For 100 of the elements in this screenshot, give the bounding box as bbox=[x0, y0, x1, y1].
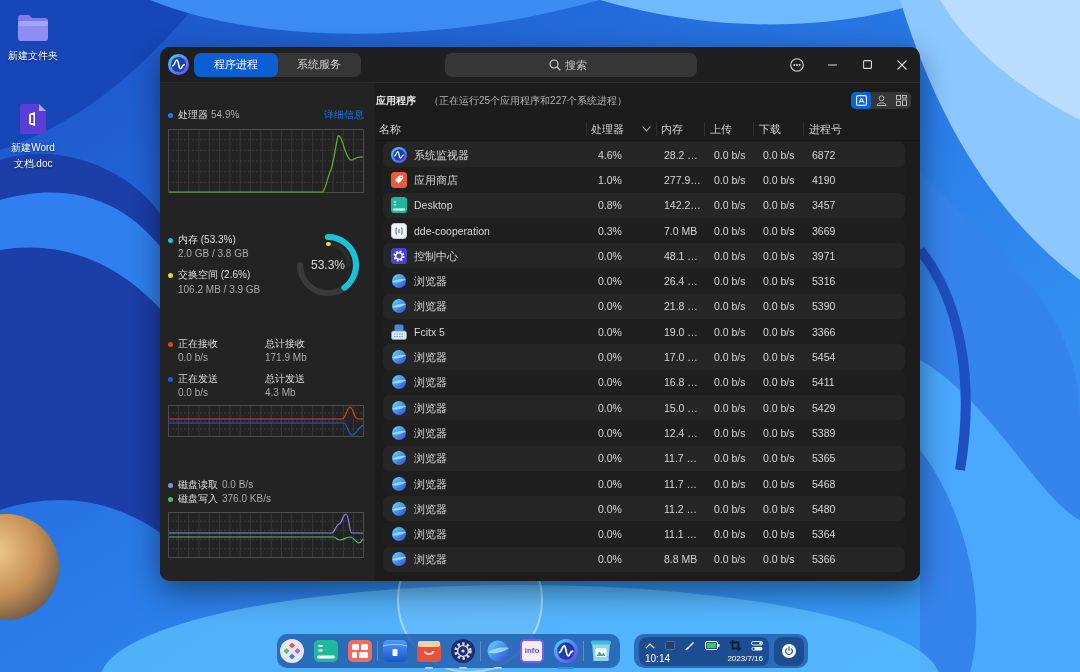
dock-app-button[interactable] bbox=[451, 639, 475, 663]
table-row[interactable]: 浏览器 0.0% 17.0 … 0.0 b/s 0.0 b/s 5454 bbox=[383, 344, 905, 370]
column-header[interactable]: 内存 bbox=[656, 121, 704, 136]
memory-usage-text: 8.8 MB bbox=[664, 553, 698, 566]
process-name: 浏览器 bbox=[414, 501, 447, 516]
download-speed-text: 0.0 b/s bbox=[763, 477, 795, 490]
upload-speed-text: 0.0 b/s bbox=[714, 401, 746, 414]
upload-speed-text: 0.0 b/s bbox=[714, 275, 746, 288]
cpu-usage-text: 0.0% bbox=[598, 401, 622, 414]
cpu-usage-text: 0.0% bbox=[598, 275, 622, 288]
download-speed-text: 0.0 b/s bbox=[763, 376, 795, 389]
column-header[interactable]: 进程号 bbox=[803, 121, 920, 136]
upload-speed-text: 0.0 b/s bbox=[714, 249, 746, 262]
process-id-text: 5390 bbox=[812, 300, 836, 313]
memory-usage-text: 11.2 … bbox=[664, 502, 698, 515]
dock-app-button[interactable] bbox=[554, 639, 578, 663]
planet-app-icon bbox=[486, 639, 510, 663]
cpu-label: 处理器 bbox=[178, 108, 208, 122]
process-name: 浏览器 bbox=[414, 375, 447, 390]
dock-app-button[interactable] bbox=[348, 639, 372, 663]
network-total-text: 4.3 Mb bbox=[265, 386, 297, 400]
network-total-label: 总计发送 bbox=[265, 372, 305, 386]
cpu-usage-text: 0.0% bbox=[598, 325, 622, 338]
search-field[interactable]: 搜索 bbox=[445, 52, 697, 77]
planet-app-icon bbox=[391, 450, 407, 467]
table-row[interactable]: 浏览器 0.0% 21.8 … 0.0 b/s 0.0 b/s 5390 bbox=[383, 293, 905, 320]
process-id-text: 5411 bbox=[812, 376, 835, 389]
disk-label: 磁盘读取 bbox=[178, 478, 218, 492]
column-header[interactable]: 上传 bbox=[704, 121, 753, 136]
stylus-icon[interactable] bbox=[685, 640, 695, 651]
column-header[interactable]: 下载 bbox=[753, 121, 803, 136]
app-logo-icon bbox=[168, 54, 189, 75]
view-toggle-button[interactable] bbox=[851, 91, 871, 109]
process-id-text: 5365 bbox=[812, 452, 836, 465]
table-row[interactable]: 系统监视器 4.6% 28.2 … 0.0 b/s 0.0 b/s 6872 bbox=[383, 142, 905, 168]
power-icon bbox=[782, 644, 796, 658]
process-name: 系统监视器 bbox=[414, 147, 469, 162]
waveform-app-icon bbox=[391, 146, 407, 163]
maximize-icon bbox=[862, 60, 872, 69]
disk-label: 磁盘写入 bbox=[178, 492, 218, 506]
memory-usage-text: 16.8 … bbox=[664, 376, 698, 389]
table-row[interactable]: 控制中心 0.0% 48.1 … 0.0 b/s 0.0 b/s 3971 bbox=[383, 243, 905, 269]
process-name: 浏览器 bbox=[414, 400, 447, 415]
memory-usage-text: 11.7 … bbox=[664, 477, 698, 490]
upload-speed-text: 0.0 b/s bbox=[714, 426, 746, 439]
folder-app-icon bbox=[383, 639, 407, 663]
search-icon bbox=[549, 58, 561, 71]
memory-usage-text: 19.0 … bbox=[664, 325, 698, 338]
toggle-switches-icon[interactable] bbox=[751, 640, 763, 651]
power-button[interactable] bbox=[774, 636, 804, 666]
document-icon bbox=[20, 104, 46, 134]
memory-usage-text: 15.0 … bbox=[664, 401, 698, 414]
table-row[interactable]: 浏览器 0.0% 8.8 MB 0.0 b/s 0.0 b/s 5366 bbox=[383, 546, 905, 573]
desktop-shortcut[interactable]: 新建Word文档.doc bbox=[4, 104, 62, 172]
planet-app-icon bbox=[391, 298, 407, 315]
download-speed-text: 0.0 b/s bbox=[763, 199, 795, 212]
table-row[interactable]: 浏览器 0.0% 15.0 … 0.0 b/s 0.0 b/s 5429 bbox=[383, 394, 905, 421]
download-speed-text: 0.0 b/s bbox=[763, 275, 795, 288]
table-row[interactable]: 浏览器 0.0% 11.2 … 0.0 b/s 0.0 b/s 5480 bbox=[383, 496, 905, 522]
battery-icon[interactable] bbox=[705, 641, 720, 650]
memory-percent-text: 53.3% bbox=[311, 258, 345, 272]
shopping-bag-icon bbox=[417, 639, 441, 663]
app-window-icon bbox=[855, 94, 867, 106]
waveform-app-icon bbox=[554, 639, 578, 663]
planet-app-icon bbox=[391, 374, 407, 391]
desktop-shortcut[interactable]: 新建文件夹 bbox=[4, 12, 62, 64]
dock-app-button[interactable] bbox=[383, 639, 407, 663]
tab[interactable]: 程序进程 bbox=[194, 52, 278, 77]
process-name: 浏览器 bbox=[414, 425, 447, 440]
chevron-up-icon[interactable] bbox=[645, 642, 655, 649]
download-speed-text: 0.0 b/s bbox=[763, 426, 795, 439]
brackets-app-icon bbox=[391, 222, 407, 239]
memory-usage-text: 28.2 … bbox=[664, 148, 698, 161]
download-speed-text: 0.0 b/s bbox=[763, 300, 795, 313]
upload-speed-text: 0.0 b/s bbox=[714, 325, 746, 338]
table-row[interactable]: Desktop 0.8% 142.2… 0.0 b/s 0.0 b/s 3457 bbox=[383, 192, 905, 218]
column-header[interactable]: 处理器 bbox=[586, 121, 656, 136]
folder-icon bbox=[17, 14, 49, 42]
process-name: Fcitx 5 bbox=[414, 324, 445, 339]
cpu-usage-text: 0.0% bbox=[598, 553, 622, 566]
network-speed-text: 0.0 b/s bbox=[178, 351, 210, 365]
cpu-usage-text: 0.0% bbox=[598, 249, 622, 262]
cpu-usage-text: 0.0% bbox=[598, 351, 622, 363]
cpu-usage-text: 0.0% bbox=[598, 426, 622, 439]
download-speed-text: 0.0 b/s bbox=[763, 224, 795, 237]
process-name: 浏览器 bbox=[414, 451, 447, 466]
column-header[interactable]: 名称 bbox=[375, 121, 586, 136]
download-speed-text: 0.0 b/s bbox=[763, 249, 795, 262]
details-link[interactable]: 详细信息 bbox=[324, 108, 364, 122]
upload-speed-text: 0.0 b/s bbox=[714, 477, 746, 490]
disk-speed-text: 376.0 KB/s bbox=[222, 492, 271, 506]
window-grid-icon bbox=[348, 639, 372, 663]
table-row[interactable]: 浏览器 0.0% 11.7 … 0.0 b/s 0.0 b/s 5365 bbox=[383, 445, 905, 471]
dock-app-button[interactable] bbox=[314, 639, 338, 663]
dock-app-button[interactable] bbox=[280, 639, 304, 663]
dock-app-button[interactable] bbox=[589, 639, 613, 663]
info-app-button[interactable]: info bbox=[520, 639, 544, 663]
planet-app-icon bbox=[391, 399, 407, 416]
cpu-usage-text: 1.0% bbox=[598, 173, 622, 186]
download-speed-text: 0.0 b/s bbox=[763, 528, 795, 541]
